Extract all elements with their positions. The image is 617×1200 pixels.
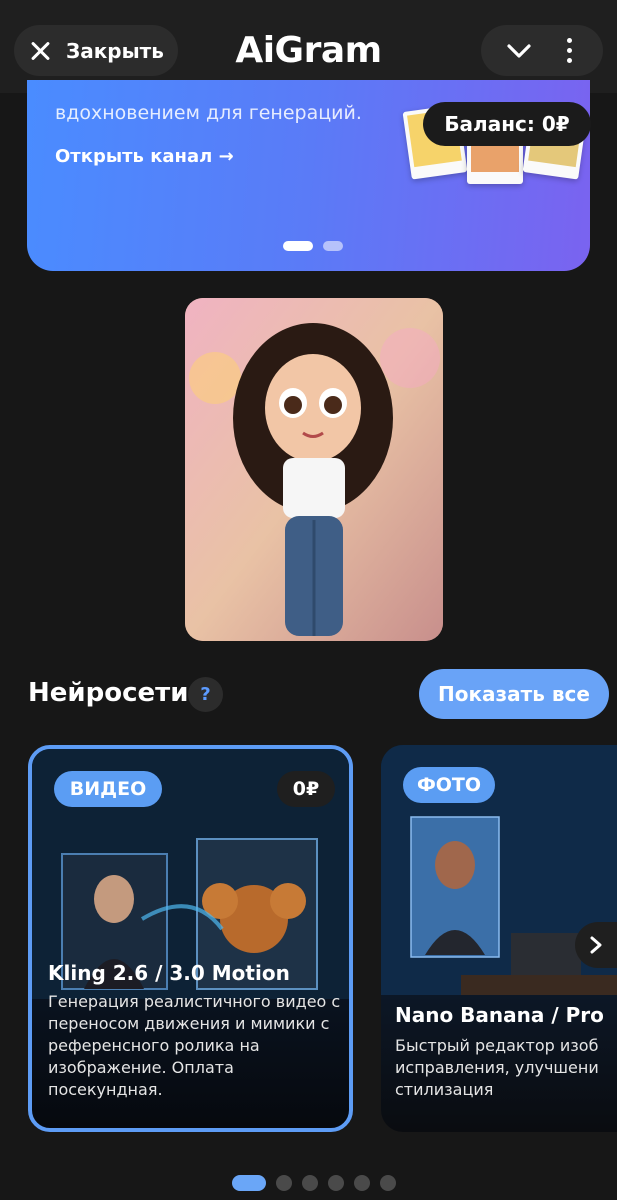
cards-pagination [232, 1175, 396, 1191]
open-channel-link[interactable]: Открыть канал → [55, 146, 234, 167]
pager-dot[interactable] [302, 1175, 318, 1191]
price-badge: 0₽ [277, 771, 335, 807]
character-image[interactable] [185, 298, 443, 641]
card-description: Генерация реалистичного видео с переносо… [48, 992, 341, 1099]
banner-text: вдохновением для генераций. [55, 102, 362, 124]
banner-pagination [283, 241, 343, 251]
pager-dot[interactable] [380, 1175, 396, 1191]
help-icon[interactable]: ? [188, 677, 223, 712]
balance-badge[interactable]: Баланс: 0₽ [423, 102, 591, 146]
header-menu [481, 25, 603, 76]
pager-dot[interactable] [276, 1175, 292, 1191]
show-all-button[interactable]: Показать все [419, 669, 609, 719]
tag-video: ВИДЕО [54, 771, 162, 807]
pager-dot[interactable] [354, 1175, 370, 1191]
card-description: Быстрый редактор изоб исправления, улучш… [395, 1036, 599, 1099]
more-vert-icon[interactable] [560, 38, 580, 63]
pager-dot-active[interactable] [232, 1175, 266, 1191]
pager-dot[interactable] [328, 1175, 344, 1191]
section-title: Нейросети [28, 678, 189, 708]
next-card-button[interactable] [575, 922, 617, 968]
banner-dot[interactable] [323, 241, 343, 251]
card-title: Nano Banana / Pro [395, 1003, 604, 1027]
banner-dot-active[interactable] [283, 241, 313, 251]
model-card-kling[interactable]: ВИДЕО 0₽ Kling 2.6 / 3.0 Motion Генераци… [28, 745, 353, 1132]
tag-photo: ФОТО [403, 767, 495, 803]
chevron-down-icon[interactable] [505, 37, 533, 65]
card-title: Kling 2.6 / 3.0 Motion [48, 961, 290, 985]
chevron-right-icon [590, 936, 602, 954]
